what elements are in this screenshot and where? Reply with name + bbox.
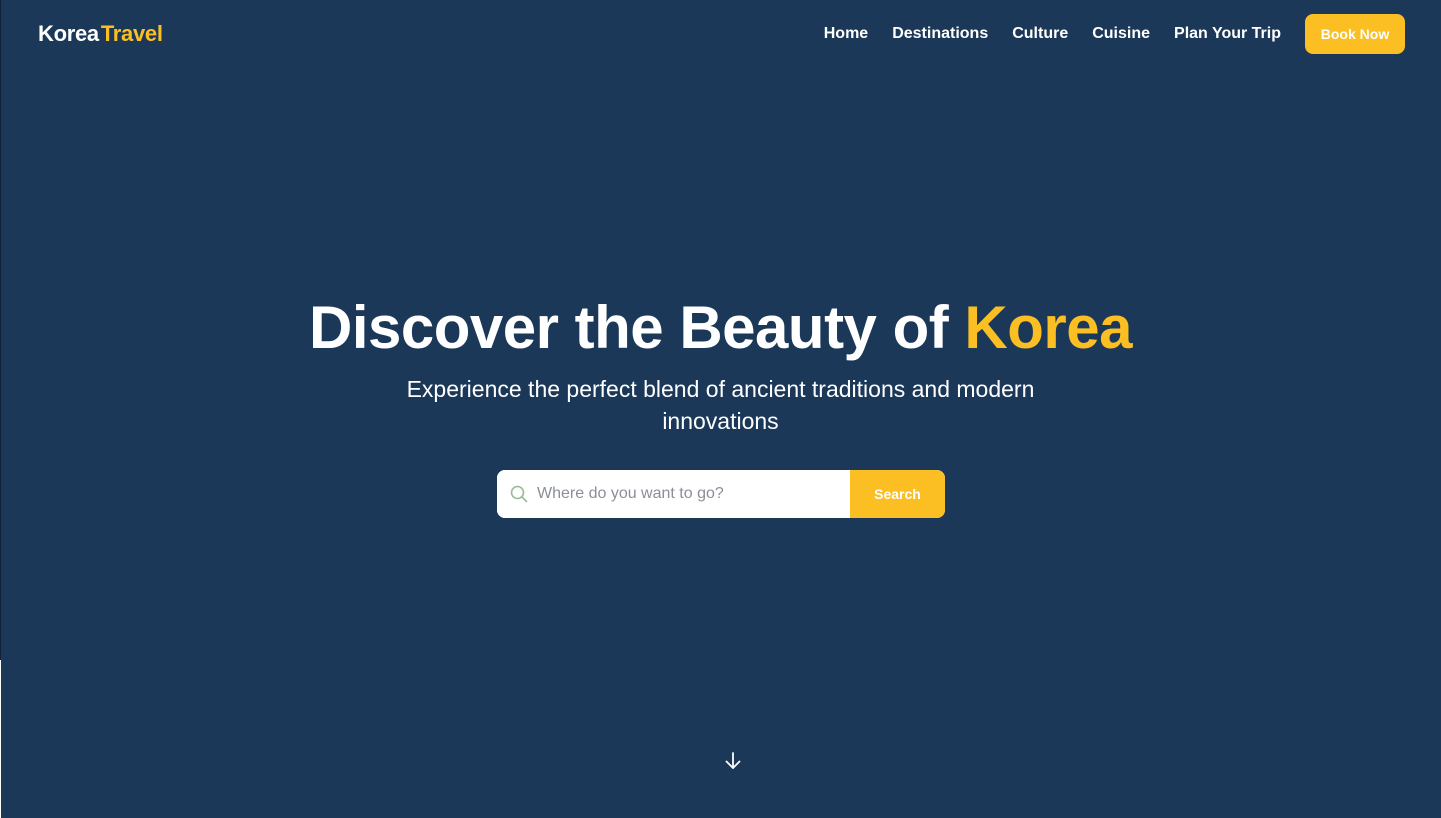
hero-subtitle: Experience the perfect blend of ancient … <box>406 376 1035 434</box>
main-nav: Home Destinations Culture Cuisine Plan Y… <box>824 24 1281 44</box>
hero-title-main: Discover the Beauty of <box>309 294 965 361</box>
hero-title: Discover the Beauty of Korea <box>0 292 1441 364</box>
logo-text-korea: Korea <box>38 21 99 46</box>
search-field <box>497 470 850 518</box>
site-header: KoreaTravel Home Destinations Culture Cu… <box>0 0 1441 68</box>
page-background: KoreaTravel Home Destinations Culture Cu… <box>0 0 1441 818</box>
arrow-down-icon[interactable] <box>723 751 743 771</box>
search-icon <box>510 485 528 503</box>
book-now-button[interactable]: Book Now <box>1305 14 1405 54</box>
nav-item-home[interactable]: Home <box>824 24 868 44</box>
logo-text-travel: Travel <box>100 21 163 46</box>
hero-title-accent: Korea <box>964 294 1132 361</box>
site-logo[interactable]: KoreaTravel <box>38 20 163 48</box>
nav-item-cuisine[interactable]: Cuisine <box>1092 24 1150 44</box>
left-edge-divider-bottom <box>0 660 1 818</box>
search-button[interactable]: Search <box>850 470 945 518</box>
search-input[interactable] <box>537 470 837 518</box>
search-bar: Search <box>497 470 945 518</box>
nav-item-culture[interactable]: Culture <box>1012 24 1068 44</box>
nav-item-plan-your-trip[interactable]: Plan Your Trip <box>1174 24 1281 44</box>
nav-item-destinations[interactable]: Destinations <box>892 24 988 44</box>
